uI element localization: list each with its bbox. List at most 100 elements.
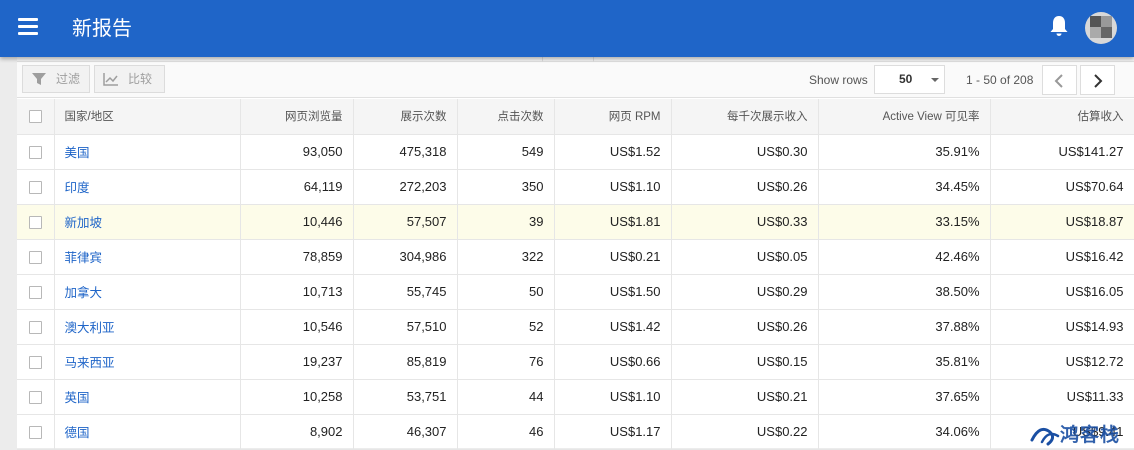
- pageviews-cell: 93,050: [240, 134, 354, 170]
- previous-page-button[interactable]: [1042, 65, 1077, 95]
- rpm-cell: US$1.52: [554, 134, 672, 170]
- column-header-impressions[interactable]: 展示次数: [353, 99, 458, 135]
- rpm-cell: US$0.21: [554, 239, 672, 275]
- country-link[interactable]: 澳大利亚: [65, 320, 115, 335]
- pageviews-cell: 10,446: [240, 204, 354, 240]
- next-page-button[interactable]: [1080, 65, 1115, 95]
- impressions-cell: 475,318: [353, 134, 458, 170]
- ecpm-cell: US$0.29: [671, 274, 819, 310]
- revenue-cell: US$18.87: [990, 204, 1134, 240]
- viewability-cell: 33.15%: [818, 204, 991, 240]
- rpm-cell: US$1.17: [554, 414, 672, 450]
- row-checkbox[interactable]: [28, 321, 42, 335]
- watermark-text: 鸿客栈: [1060, 424, 1121, 446]
- clicks-cell: 350: [457, 169, 555, 205]
- ecpm-cell: US$0.33: [671, 204, 819, 240]
- filter-icon: [32, 73, 46, 85]
- impressions-cell: 57,510: [353, 309, 458, 345]
- ecpm-cell: US$0.26: [671, 309, 819, 345]
- row-checkbox[interactable]: [28, 426, 42, 440]
- table-header-row: 国家/地区 网页浏览量 展示次数 点击次数 网页 RPM 每千次展示收入 Act…: [17, 99, 1134, 135]
- viewability-cell: 42.46%: [818, 239, 991, 275]
- report-toolbar: 过滤 比较 Show rows 50 1 - 50 of 208: [17, 62, 1134, 98]
- column-header-country[interactable]: 国家/地区: [54, 99, 241, 135]
- compare-label: 比较: [128, 72, 153, 86]
- rpm-cell: US$1.42: [554, 309, 672, 345]
- pagination-range: 1 - 50 of 208: [966, 73, 1034, 87]
- table-body: 美国 93,050 475,318 549 US$1.52 US$0.30 35…: [17, 134, 1134, 450]
- rows-per-page-value: 50: [899, 72, 913, 86]
- revenue-cell: US$141.27: [990, 134, 1134, 170]
- country-link[interactable]: 印度: [65, 180, 90, 195]
- rows-per-page-select[interactable]: 50: [874, 65, 945, 94]
- report-table: 国家/地区 网页浏览量 展示次数 点击次数 网页 RPM 每千次展示收入 Act…: [17, 99, 1134, 450]
- column-header-clicks[interactable]: 点击次数: [457, 99, 555, 135]
- notifications-bell-icon[interactable]: [1048, 14, 1070, 38]
- row-checkbox[interactable]: [28, 181, 42, 195]
- ecpm-cell: US$0.21: [671, 379, 819, 415]
- chart-icon: [103, 73, 118, 86]
- pageviews-cell: 8,902: [240, 414, 354, 450]
- table-row: 澳大利亚 10,546 57,510 52 US$1.42 US$0.26 37…: [17, 309, 1134, 345]
- revenue-cell: US$11.33: [990, 379, 1134, 415]
- chevron-right-icon: [1094, 74, 1103, 88]
- pageviews-cell: 64,119: [240, 169, 354, 205]
- revenue-cell: US$70.64: [990, 169, 1134, 205]
- row-checkbox[interactable]: [28, 216, 42, 230]
- clicks-cell: 322: [457, 239, 555, 275]
- ecpm-cell: US$0.30: [671, 134, 819, 170]
- row-checkbox[interactable]: [28, 391, 42, 405]
- revenue-cell: US$16.42: [990, 239, 1134, 275]
- clicks-cell: 50: [457, 274, 555, 310]
- app-bar: 新报告: [0, 0, 1134, 57]
- clicks-cell: 52: [457, 309, 555, 345]
- compare-button[interactable]: 比较: [94, 65, 165, 93]
- row-checkbox[interactable]: [28, 356, 42, 370]
- pageviews-cell: 19,237: [240, 344, 354, 380]
- column-header-revenue[interactable]: 估算收入: [990, 99, 1134, 135]
- viewability-cell: 35.91%: [818, 134, 991, 170]
- clicks-cell: 44: [457, 379, 555, 415]
- table-row: 美国 93,050 475,318 549 US$1.52 US$0.30 35…: [17, 134, 1134, 170]
- revenue-cell: US$12.72: [990, 344, 1134, 380]
- menu-icon[interactable]: [18, 18, 40, 38]
- country-link[interactable]: 英国: [65, 390, 90, 405]
- clicks-cell: 549: [457, 134, 555, 170]
- column-header-active-view[interactable]: Active View 可见率: [818, 99, 991, 135]
- country-link[interactable]: 马来西亚: [65, 355, 115, 370]
- clicks-cell: 76: [457, 344, 555, 380]
- report-card: 过滤 比较 Show rows 50 1 - 50 of 208 国家/地区 网…: [17, 57, 1134, 450]
- impressions-cell: 57,507: [353, 204, 458, 240]
- column-header-pageviews[interactable]: 网页浏览量: [240, 99, 354, 135]
- country-link[interactable]: 新加坡: [65, 215, 103, 230]
- table-row: 英国 10,258 53,751 44 US$1.10 US$0.21 37.6…: [17, 379, 1134, 415]
- chevron-left-icon: [1054, 74, 1063, 88]
- ecpm-cell: US$0.26: [671, 169, 819, 205]
- column-header-ecpm[interactable]: 每千次展示收入: [671, 99, 819, 135]
- impressions-cell: 55,745: [353, 274, 458, 310]
- revenue-cell: US$14.93: [990, 309, 1134, 345]
- filter-button[interactable]: 过滤: [22, 65, 90, 93]
- country-link[interactable]: 菲律宾: [65, 250, 103, 265]
- row-checkbox[interactable]: [28, 146, 42, 160]
- country-link[interactable]: 美国: [65, 145, 90, 160]
- row-checkbox[interactable]: [28, 286, 42, 300]
- pageviews-cell: 10,258: [240, 379, 354, 415]
- impressions-cell: 53,751: [353, 379, 458, 415]
- table-row-highlighted: 新加坡 10,446 57,507 39 US$1.81 US$0.33 33.…: [17, 204, 1134, 240]
- select-all-checkbox-cell: [17, 99, 55, 135]
- avatar[interactable]: [1085, 12, 1117, 44]
- table-row: 印度 64,119 272,203 350 US$1.10 US$0.26 34…: [17, 169, 1134, 205]
- impressions-cell: 304,986: [353, 239, 458, 275]
- row-checkbox[interactable]: [28, 251, 42, 265]
- country-link[interactable]: 加拿大: [65, 285, 103, 300]
- column-header-page-rpm[interactable]: 网页 RPM: [554, 99, 672, 135]
- country-link[interactable]: 德国: [65, 425, 90, 440]
- table-row: 菲律宾 78,859 304,986 322 US$0.21 US$0.05 4…: [17, 239, 1134, 275]
- table-row: 加拿大 10,713 55,745 50 US$1.50 US$0.29 38.…: [17, 274, 1134, 310]
- viewability-cell: 38.50%: [818, 274, 991, 310]
- select-all-checkbox[interactable]: [28, 109, 42, 123]
- show-rows-label: Show rows: [809, 73, 868, 87]
- rpm-cell: US$0.66: [554, 344, 672, 380]
- viewability-cell: 34.06%: [818, 414, 991, 450]
